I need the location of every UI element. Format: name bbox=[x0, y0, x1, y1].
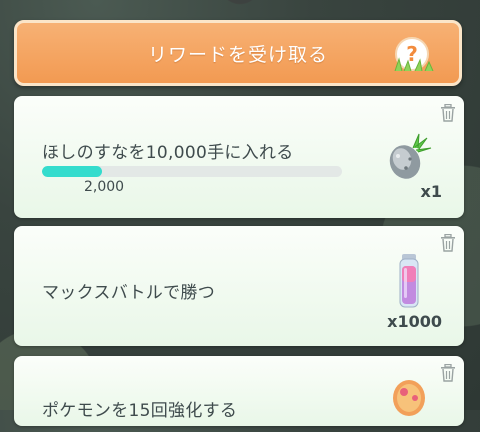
task-title: マックスバトルで勝つ bbox=[42, 283, 215, 303]
trash-icon[interactable] bbox=[440, 234, 456, 252]
silver-pinap-berry-icon bbox=[389, 133, 432, 179]
task-card: ほしのすなを10,000手に入れる 2,000 x1 bbox=[14, 96, 464, 218]
task-card: マックスバトルで勝つ x1000 bbox=[14, 226, 464, 346]
reward-item bbox=[374, 252, 444, 308]
reward-count: x1 bbox=[420, 182, 442, 201]
task-title: ほしのすなを10,000手に入れる bbox=[42, 143, 294, 163]
task-progress-bar bbox=[42, 166, 342, 177]
task-title: ポケモンを15回強化する bbox=[42, 401, 238, 421]
reward-count: x1000 bbox=[387, 312, 442, 331]
claim-reward-label: リワードを受け取る bbox=[147, 43, 328, 66]
reward-item bbox=[374, 376, 444, 432]
pokemon-egg-icon bbox=[393, 380, 425, 416]
max-particle-vial-icon bbox=[399, 254, 419, 308]
trash-icon[interactable] bbox=[440, 104, 456, 122]
task-card: ポケモンを15回強化する bbox=[14, 356, 464, 426]
task-progress-value: 2,000 bbox=[84, 179, 125, 195]
reward-item bbox=[374, 128, 444, 184]
task-progress-fill bbox=[42, 166, 102, 177]
grass-icon bbox=[394, 57, 434, 71]
claim-reward-button[interactable]: リワードを受け取る ? bbox=[14, 20, 462, 86]
